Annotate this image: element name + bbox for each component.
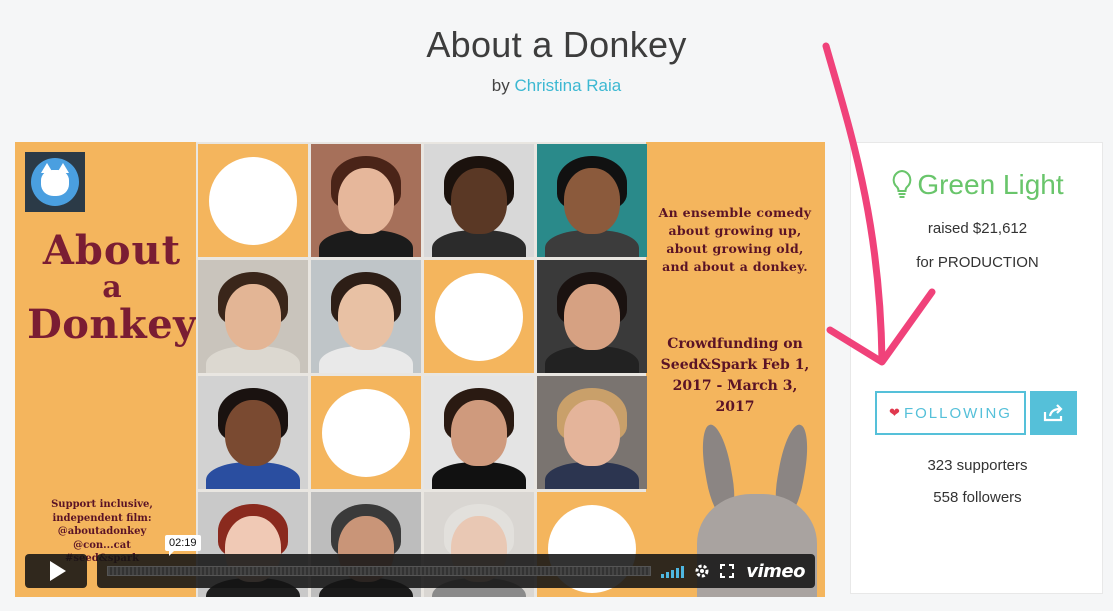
cast-photo-grid xyxy=(196,142,647,597)
settings-icon[interactable] xyxy=(694,563,710,579)
play-icon xyxy=(50,561,66,581)
lightbulb-icon xyxy=(893,169,912,198)
campaign-sidebar: Green Light raised $21,612 for PRODUCTIO… xyxy=(850,142,1103,594)
poster-title: About a Donkey xyxy=(27,230,197,346)
grid-empty-circle xyxy=(311,376,421,489)
grid-empty-circle xyxy=(198,144,308,257)
progress-track[interactable] xyxy=(107,566,652,576)
author-link[interactable]: Christina Raia xyxy=(514,76,621,95)
cast-headshot xyxy=(424,376,534,489)
grid-empty-circle xyxy=(424,260,534,373)
cast-headshot xyxy=(198,260,308,373)
cast-headshot xyxy=(198,376,308,489)
poster-title-line3: Donkey xyxy=(27,300,197,348)
poster-crowdfunding-dates: Crowdfunding on Seed&Spark Feb 1, 2017 -… xyxy=(660,336,810,415)
cast-headshot xyxy=(311,260,421,373)
channel-logo[interactable] xyxy=(25,152,85,212)
cast-headshot xyxy=(311,144,421,257)
poster-tagline: An ensemble comedy about growing up, abo… xyxy=(658,205,812,275)
following-button[interactable]: ❤ FOLLOWING xyxy=(875,391,1026,435)
poster-title-line1: About xyxy=(42,227,182,274)
status-label: Green Light xyxy=(917,169,1064,200)
control-bar: 02:19 vimeo xyxy=(97,535,815,588)
followers-count: 558 followers xyxy=(933,489,1022,506)
player-controls: 02:19 vimeo xyxy=(25,535,815,588)
status-green-light: Green Light xyxy=(851,169,1104,201)
cast-headshot xyxy=(424,144,534,257)
play-button[interactable] xyxy=(25,554,87,588)
page-title: About a Donkey xyxy=(426,24,687,65)
volume-icon[interactable] xyxy=(661,564,685,578)
cast-headshot xyxy=(537,376,647,489)
fullscreen-icon[interactable] xyxy=(720,564,735,578)
video-player[interactable]: About a Donkey Support inclusive, indepe… xyxy=(15,142,825,597)
cast-headshot xyxy=(537,260,647,373)
by-prefix: by xyxy=(491,76,510,95)
cat-icon xyxy=(41,163,69,196)
byline: by Christina Raia xyxy=(0,76,1113,96)
poster-title-line2: a xyxy=(102,270,122,305)
time-badge: 02:19 xyxy=(165,535,201,556)
heart-icon: ❤ xyxy=(889,405,900,420)
share-button[interactable] xyxy=(1030,391,1077,435)
cast-headshot xyxy=(537,144,647,257)
vimeo-logo[interactable]: vimeo xyxy=(746,561,805,582)
campaign-purpose: for PRODUCTION xyxy=(916,254,1039,271)
share-icon xyxy=(1043,404,1063,422)
following-label: FOLLOWING xyxy=(903,404,1012,422)
raised-amount: raised $21,612 xyxy=(927,220,1028,237)
supporters-count: 323 supporters xyxy=(927,457,1028,474)
